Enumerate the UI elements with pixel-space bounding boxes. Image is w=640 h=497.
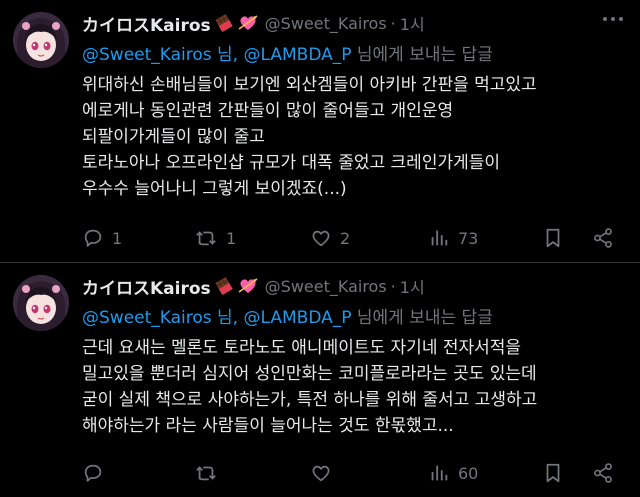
timestamp[interactable]: 1시 — [400, 274, 425, 298]
bookmark-button[interactable] — [542, 459, 564, 487]
chocolate-icon — [214, 276, 234, 296]
post-text-line: 토라노아나 오프라인샵 규모가 대폭 줄었고 크레인가게들이 — [82, 153, 501, 173]
action-bar: 60 — [82, 459, 622, 487]
post-text-line: 해야하는가 라는 사람들이 늘어나는 것도 한몫했고... — [82, 416, 454, 436]
post-text-line: 에로게나 동인관련 간판들이 많이 줄어들고 개인운영 — [82, 101, 454, 121]
author-name[interactable]: カイロスKairos — [82, 274, 211, 299]
share-icon — [594, 463, 612, 483]
bookmark-button[interactable] — [542, 224, 564, 252]
reply-icon — [84, 229, 102, 247]
post[interactable]: カイロスKairos @Sweet_Kairos · 1시 @Sweet_Kai… — [0, 262, 640, 497]
post[interactable]: カイロスKairos @Sweet_Kairos · 1시 @Sweet_Kai… — [0, 0, 640, 262]
author-name[interactable]: カイロスKairos — [82, 11, 211, 36]
author-handle[interactable]: @Sweet_Kairos — [265, 277, 387, 296]
reply-icon — [84, 464, 102, 482]
reply-suffix: 님에게 보내는 답글 — [351, 45, 493, 65]
post-text-line: 근데 요새는 멜론도 토라노도 애니메이트도 자기네 전자서적을 — [82, 338, 522, 358]
heart-icon — [312, 230, 330, 247]
reply-mentions[interactable]: @Sweet_Kairos 님, @LAMBDA_P — [82, 308, 352, 328]
like-button[interactable]: 2 — [310, 224, 350, 252]
heart-arrow-icon — [237, 13, 259, 33]
post-text: 위대하신 손배님들이 보기엔 외산겜들이 아키바 간판을 먹고있고 에로게나 동… — [82, 72, 627, 202]
retweet-button[interactable] — [194, 459, 226, 487]
reply-suffix: 님에게 보내는 답글 — [351, 308, 493, 328]
avatar[interactable] — [13, 275, 69, 331]
separator: · — [390, 276, 396, 296]
post-header: カイロスKairos @Sweet_Kairos · 1시 — [82, 274, 425, 299]
view-count: 73 — [458, 228, 479, 248]
chocolate-icon — [214, 13, 234, 33]
action-bar: 1 1 2 73 — [82, 224, 622, 252]
share-button[interactable] — [592, 224, 614, 252]
post-text-line: 되팔이가게들이 많이 줄고 — [82, 127, 265, 147]
like-count: 2 — [340, 228, 351, 248]
retweet-count: 1 — [226, 228, 237, 248]
retweet-icon — [196, 231, 216, 246]
reply-count: 1 — [112, 228, 123, 248]
views-button[interactable]: 60 — [428, 459, 478, 487]
bookmark-icon — [546, 228, 560, 248]
reply-button[interactable] — [82, 459, 112, 487]
timestamp[interactable]: 1시 — [400, 11, 425, 35]
view-count: 60 — [458, 463, 479, 483]
like-button[interactable] — [310, 459, 340, 487]
more-icon[interactable] — [600, 9, 626, 29]
views-icon — [431, 230, 448, 246]
post-text-line: 우수수 늘어나니 그렇게 보이겠죠(...) — [82, 179, 347, 199]
retweet-button[interactable]: 1 — [194, 224, 236, 252]
author-handle[interactable]: @Sweet_Kairos — [265, 14, 387, 33]
avatar[interactable] — [13, 12, 69, 68]
post-text-line: 밀고있을 뿐더러 심지어 성인만화는 코미플로라라는 곳도 있는데 — [82, 364, 537, 384]
views-icon — [431, 465, 448, 481]
views-button[interactable]: 73 — [428, 224, 478, 252]
bookmark-icon — [546, 463, 560, 483]
reply-button[interactable]: 1 — [82, 224, 122, 252]
post-header: カイロスKairos @Sweet_Kairos · 1시 — [82, 11, 425, 36]
separator: · — [390, 13, 396, 33]
post-text-line: 굳이 실제 책으로 사야하는가, 특전 하나를 위해 줄서고 고생하고 — [82, 390, 538, 410]
reply-mentions[interactable]: @Sweet_Kairos 님, @LAMBDA_P — [82, 45, 352, 65]
replying-to: @Sweet_Kairos 님, @LAMBDA_P 님에게 보내는 답글 — [82, 40, 493, 65]
heart-icon — [312, 465, 330, 482]
heart-arrow-icon — [237, 276, 259, 296]
share-icon — [594, 228, 612, 248]
post-text-line: 위대하신 손배님들이 보기엔 외산겜들이 아키바 간판을 먹고있고 — [82, 75, 537, 95]
replying-to: @Sweet_Kairos 님, @LAMBDA_P 님에게 보내는 답글 — [82, 303, 493, 328]
post-text: 근데 요새는 멜론도 토라노도 애니메이트도 자기네 전자서적을 밀고있을 뿐더… — [82, 335, 627, 439]
retweet-icon — [196, 466, 216, 481]
share-button[interactable] — [592, 459, 614, 487]
